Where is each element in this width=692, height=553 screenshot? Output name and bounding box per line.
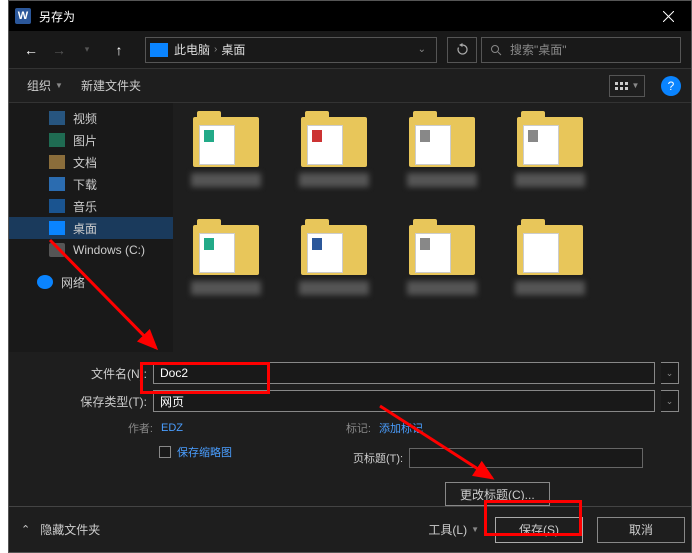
nav-tree: 视频 图片 文档 下载 音乐 桌面 Windows (C:) 网络 [9,103,173,352]
chevron-right-icon: › [214,44,217,55]
window-title: 另存为 [39,8,646,25]
folder-item[interactable] [401,111,483,211]
folder-item[interactable] [509,219,591,319]
address-bar[interactable]: 此电脑 › 桌面 ⌄ [145,37,437,63]
change-title-button[interactable]: 更改标题(C)... [445,482,550,506]
search-icon [490,44,502,56]
close-button[interactable] [646,1,691,31]
sidebar-item-pictures[interactable]: 图片 [9,129,173,151]
search-placeholder: 搜索"桌面" [510,41,567,58]
filename-label: 文件名(N): [21,365,147,382]
save-thumbnail-label: 保存缩略图 [177,444,232,460]
organize-menu[interactable]: 组织▼ [19,73,71,98]
music-icon [49,199,65,213]
save-thumbnail-checkbox[interactable] [159,446,171,458]
videos-icon [49,111,65,125]
author-value[interactable]: EDZ [161,422,183,434]
hide-folders-button[interactable]: 隐藏文件夹 [40,521,100,538]
breadcrumb-desktop[interactable]: 桌面 [221,41,245,58]
cancel-button[interactable]: 取消 [597,517,685,543]
new-folder-button[interactable]: 新建文件夹 [73,73,149,98]
documents-icon [49,155,65,169]
titlebar: W 另存为 [9,1,691,31]
filetype-select[interactable] [153,390,655,412]
tags-label: 标记: [331,420,371,436]
page-title-label: 页标题(T): [353,450,403,466]
save-as-dialog: W 另存为 ← → ▾ ↑ 此电脑 › 桌面 ⌄ 搜索"桌面" 组织▼ 新建文件… [8,0,692,553]
desktop-icon [49,221,65,235]
address-dropdown[interactable]: ⌄ [410,44,434,55]
help-button[interactable]: ? [661,76,681,96]
downloads-icon [49,177,65,191]
filename-input[interactable] [153,362,655,384]
up-button[interactable]: ↑ [107,38,131,62]
network-icon [37,275,53,289]
dialog-footer: ⌃ 隐藏文件夹 工具(L)▼ 保存(S) 取消 [9,506,691,552]
folder-item[interactable] [185,111,267,211]
author-label: 作者: [119,420,153,436]
tags-value[interactable]: 添加标记 [379,420,423,436]
expand-icon[interactable]: ⌃ [21,523,30,536]
folder-item[interactable] [293,219,375,319]
sidebar-item-c-drive[interactable]: Windows (C:) [9,239,173,261]
folder-item[interactable] [185,219,267,319]
back-button[interactable]: ← [19,38,43,62]
location-icon [150,43,168,57]
sidebar-item-music[interactable]: 音乐 [9,195,173,217]
sidebar-item-videos[interactable]: 视频 [9,107,173,129]
sidebar-item-downloads[interactable]: 下载 [9,173,173,195]
tools-menu[interactable]: 工具(L)▼ [428,521,479,538]
search-input[interactable]: 搜索"桌面" [481,37,681,63]
file-list[interactable] [173,103,691,352]
folder-item[interactable] [293,111,375,211]
page-title-input[interactable] [409,448,643,468]
drive-icon [49,243,65,257]
refresh-button[interactable] [447,37,477,63]
pictures-icon [49,133,65,147]
sidebar-item-network[interactable]: 网络 [9,271,173,293]
view-options-button[interactable]: ▼ [609,75,645,97]
breadcrumb-pc[interactable]: 此电脑 [174,41,210,58]
filetype-dropdown[interactable]: ⌄ [661,390,679,412]
sidebar-item-desktop[interactable]: 桌面 [9,217,173,239]
sidebar-item-documents[interactable]: 文档 [9,151,173,173]
word-app-icon: W [15,8,31,24]
filename-dropdown[interactable]: ⌄ [661,362,679,384]
recent-dropdown[interactable]: ▾ [75,38,99,62]
folder-item[interactable] [509,111,591,211]
save-options: 文件名(N): ⌄ 保存类型(T): ⌄ 作者: EDZ 标记: 添加标记 保存… [9,352,691,506]
filetype-label: 保存类型(T): [21,393,147,410]
toolbar: 组织▼ 新建文件夹 ▼ ? [9,69,691,103]
nav-bar: ← → ▾ ↑ 此电脑 › 桌面 ⌄ 搜索"桌面" [9,31,691,69]
forward-button[interactable]: → [47,38,71,62]
save-button[interactable]: 保存(S) [495,517,583,543]
folder-item[interactable] [401,219,483,319]
